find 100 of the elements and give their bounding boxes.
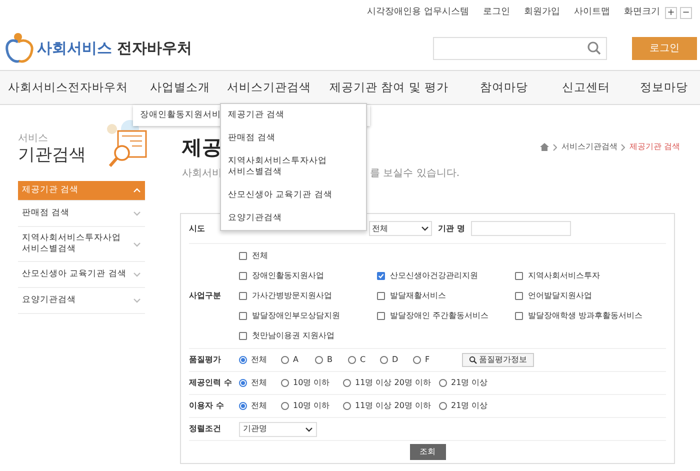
- sidebar-menu-item[interactable]: 요양기관검색: [18, 288, 145, 314]
- checkbox-option[interactable]: 산모신생아건강관리지원: [377, 266, 515, 286]
- quality-info-button[interactable]: 품질평가정보: [462, 353, 534, 367]
- dropdown-item[interactable]: 제공기관 검색: [228, 104, 366, 127]
- radio-option[interactable]: 전체: [239, 400, 281, 412]
- checkbox[interactable]: [377, 272, 385, 280]
- checkbox-option[interactable]: 지역사회서비스투자: [515, 266, 653, 286]
- radio-option[interactable]: 11명 이상 20명 이하: [343, 377, 439, 389]
- checkbox-option[interactable]: 발달장애인부모상담지원: [239, 306, 377, 326]
- radio-option[interactable]: 11명 이상 20명 이하: [343, 400, 439, 412]
- top-link[interactable]: 사이트맵: [574, 6, 610, 20]
- radio-button[interactable]: [239, 402, 247, 410]
- nav-item[interactable]: 서비스기관검색: [227, 78, 311, 96]
- top-link[interactable]: 로그인: [483, 6, 510, 20]
- field-label: 이용자 수: [189, 400, 225, 412]
- dropdown-item[interactable]: 판매점 검색: [228, 127, 366, 150]
- apple-logo-icon: [5, 32, 35, 64]
- chevron-down-icon: [133, 211, 141, 216]
- submenu-item[interactable]: 장애인활동지원서비: [140, 109, 221, 122]
- radio-option[interactable]: B: [315, 354, 348, 366]
- sidebar-menu-item[interactable]: 산모신생아 교육기관 검색: [18, 262, 145, 288]
- checkbox-option[interactable]: 언어발달지원사업: [515, 286, 653, 306]
- radio-option[interactable]: F: [413, 354, 462, 366]
- radio-option[interactable]: 21명 이상: [439, 400, 509, 412]
- radio-option[interactable]: A: [281, 354, 315, 366]
- radio-button[interactable]: [315, 356, 323, 364]
- radio-option[interactable]: 10명 이하: [281, 377, 343, 389]
- chevron-right-icon: [621, 144, 626, 150]
- radio-button[interactable]: [380, 356, 388, 364]
- checkbox-option[interactable]: 전체: [239, 246, 377, 266]
- nav-item[interactable]: 참여마당: [480, 78, 528, 96]
- radio-option[interactable]: C: [348, 354, 380, 366]
- radio-button[interactable]: [281, 379, 289, 387]
- sidebar-menu-item[interactable]: 지역사회서비스투자사업 서비스별검색: [18, 227, 145, 262]
- checkbox-option[interactable]: 발달재활서비스: [377, 286, 515, 306]
- chevron-down-icon: [305, 426, 313, 432]
- name-input-field[interactable]: [470, 221, 571, 236]
- dropdown-item[interactable]: 산모신생아 교육기관 검색: [228, 184, 366, 207]
- field-label: 시도: [189, 222, 206, 234]
- radio-option[interactable]: 21명 이상: [439, 377, 509, 389]
- checkbox[interactable]: [515, 312, 523, 320]
- breadcrumb-link[interactable]: 제공기관 검색: [629, 141, 680, 153]
- dropdown-item[interactable]: 지역사회서비스투자사업 서비스별검색: [228, 150, 366, 184]
- checkbox[interactable]: [239, 292, 247, 300]
- search-button[interactable]: 조회: [410, 444, 446, 460]
- radio-button[interactable]: [281, 356, 289, 364]
- checkbox[interactable]: [239, 272, 247, 280]
- checkbox-option[interactable]: 장애인활동지원사업: [239, 266, 377, 286]
- radio-button[interactable]: [239, 379, 247, 387]
- chevron-down-icon: [133, 298, 141, 303]
- chevron-down-icon: [133, 272, 141, 277]
- checkbox[interactable]: [239, 252, 247, 260]
- top-link[interactable]: 시각장애인용 업무시스템: [367, 6, 469, 20]
- checkbox-option[interactable]: 가사간병방문지원사업: [239, 286, 377, 306]
- radio-button[interactable]: [439, 402, 447, 410]
- field-label: 제공인력 수: [189, 377, 233, 389]
- sort-select[interactable]: 기관명: [239, 422, 317, 436]
- radio-button[interactable]: [348, 356, 356, 364]
- radio-button[interactable]: [343, 379, 351, 387]
- chevron-right-icon: [553, 144, 558, 150]
- page-title: 제공: [182, 135, 222, 159]
- checkbox-option[interactable]: 첫만남이용권 지원사업: [239, 326, 377, 346]
- sidebar-title: 기관검색: [18, 145, 87, 165]
- checkbox[interactable]: [515, 292, 523, 300]
- home-icon: [540, 143, 550, 151]
- radio-option[interactable]: D: [380, 354, 413, 366]
- checkbox[interactable]: [239, 312, 247, 320]
- sidebar-menu-item[interactable]: 판매점 검색: [18, 201, 145, 227]
- radio-button[interactable]: [439, 379, 447, 387]
- font-size-button[interactable]: +: [665, 7, 677, 19]
- region-select[interactable]: 전체: [369, 221, 432, 236]
- chevron-down-icon: [133, 242, 141, 246]
- radio-button[interactable]: [239, 356, 247, 364]
- radio-button[interactable]: [413, 356, 421, 364]
- checkbox[interactable]: [239, 332, 247, 340]
- radio-button[interactable]: [281, 402, 289, 410]
- checkbox[interactable]: [377, 292, 385, 300]
- checkbox[interactable]: [515, 272, 523, 280]
- radio-option[interactable]: 10명 이하: [281, 400, 343, 412]
- radio-option[interactable]: 전체: [239, 354, 281, 366]
- checkbox-option[interactable]: 발달장애학생 방과후활동서비스: [515, 306, 653, 326]
- font-size-button[interactable]: −: [680, 7, 692, 19]
- radio-option[interactable]: 전체: [239, 377, 281, 389]
- search-icon[interactable]: [587, 41, 601, 55]
- nav-item[interactable]: 사업별소개: [150, 78, 210, 96]
- dropdown-item[interactable]: 요양기관검색: [228, 207, 366, 230]
- nav-item[interactable]: 사회서비스전자바우처: [8, 78, 128, 96]
- checkbox-option[interactable]: 발달장애인 주간활동서비스: [377, 306, 515, 326]
- search-field[interactable]: [433, 36, 607, 60]
- radio-button[interactable]: [343, 402, 351, 410]
- logo-text: 사회서비스: [37, 38, 112, 59]
- breadcrumb-link[interactable]: 서비스기관검색: [561, 141, 618, 153]
- nav-item[interactable]: 제공기관 참여 및 평가: [330, 78, 448, 96]
- nav-item[interactable]: 정보마당: [640, 78, 688, 96]
- field-label: 사업구분: [189, 290, 222, 302]
- sidebar-subtitle: 서비스: [18, 133, 49, 145]
- top-link[interactable]: 회원가입: [524, 6, 560, 20]
- nav-item[interactable]: 신고센터: [562, 78, 610, 96]
- checkbox[interactable]: [377, 312, 385, 320]
- search-icon: [469, 356, 477, 364]
